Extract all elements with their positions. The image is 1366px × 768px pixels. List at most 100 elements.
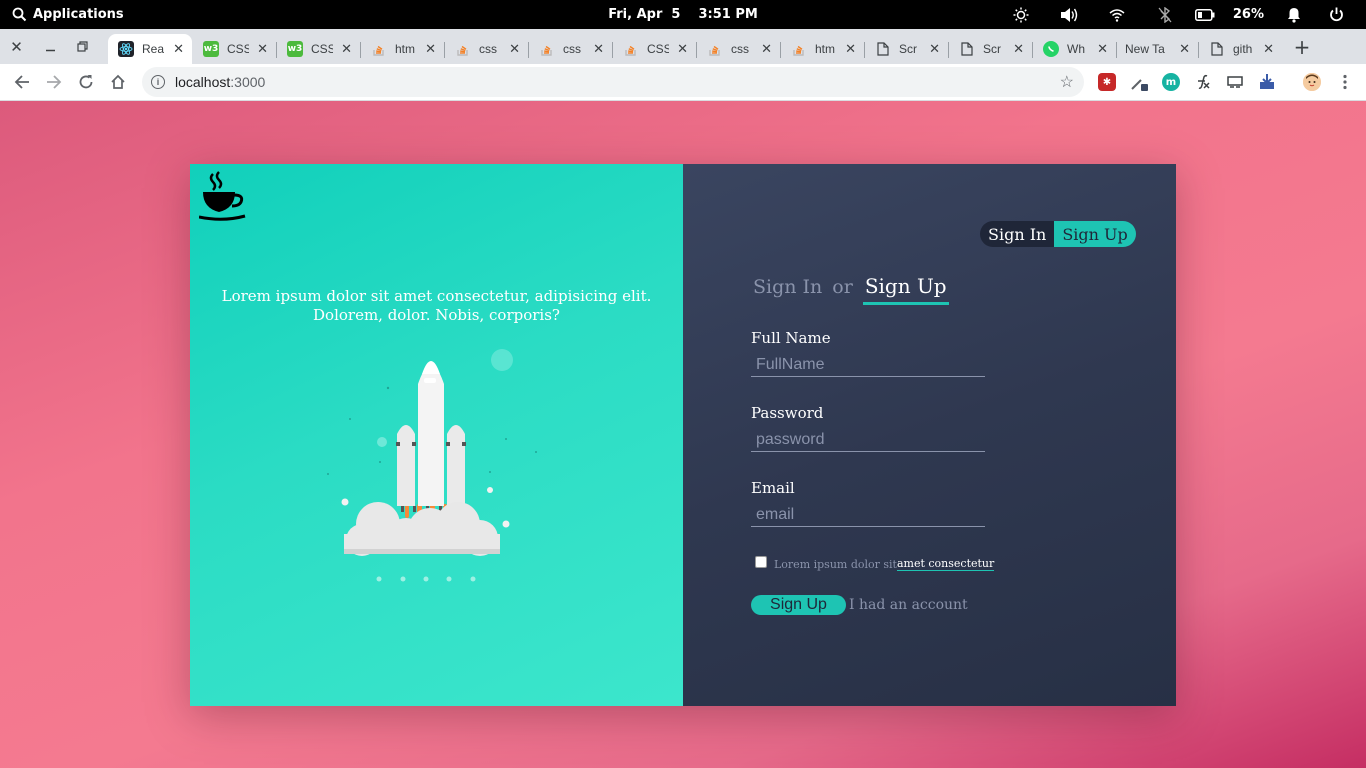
extension-formula-icon[interactable] bbox=[1194, 73, 1212, 91]
switch-sign-up-button[interactable]: Sign Up bbox=[1054, 221, 1136, 247]
tab-close-icon[interactable]: ✕ bbox=[677, 42, 688, 57]
window-minimize-icon[interactable] bbox=[34, 29, 67, 64]
full-name-label: Full Name bbox=[751, 329, 831, 347]
tab-react-app[interactable]: Rea ✕ bbox=[108, 34, 192, 64]
address-bar[interactable]: i localhost:3000 ☆ bbox=[142, 67, 1084, 97]
tab-github[interactable]: gith ✕ bbox=[1199, 34, 1282, 64]
password-field: Password bbox=[751, 404, 985, 452]
tab-close-icon[interactable]: ✕ bbox=[257, 42, 268, 57]
system-top-bar: Applications Fri, Apr 5 3:51 PM 26% bbox=[0, 0, 1366, 29]
tab-close-icon[interactable]: ✕ bbox=[1263, 42, 1274, 57]
clock-date: Fri, Apr 5 bbox=[608, 7, 681, 22]
forward-arrow-icon[interactable] bbox=[40, 68, 68, 96]
extension-reader-icon[interactable] bbox=[1226, 73, 1244, 91]
extension-eyedropper-icon[interactable] bbox=[1130, 73, 1148, 91]
site-info-icon[interactable]: i bbox=[151, 75, 165, 89]
sign-up-submit-button[interactable]: Sign Up bbox=[751, 595, 846, 615]
volume-icon[interactable] bbox=[1045, 0, 1093, 29]
tab-close-icon[interactable]: ✕ bbox=[1097, 42, 1108, 57]
wifi-icon[interactable] bbox=[1093, 0, 1141, 29]
terms-link[interactable]: amet consectetur bbox=[896, 557, 995, 571]
home-icon[interactable] bbox=[104, 68, 132, 96]
brightness-icon[interactable] bbox=[997, 0, 1045, 29]
stackoverflow-icon bbox=[455, 41, 471, 57]
bluetooth-off-icon[interactable] bbox=[1141, 0, 1189, 29]
tab-document-2[interactable]: Scr ✕ bbox=[949, 34, 1033, 64]
terms-row: Lorem ipsum dolor sit amet consectetur bbox=[755, 556, 995, 571]
applications-menu[interactable]: Applications bbox=[12, 0, 124, 29]
new-tab-plus-icon[interactable]: + bbox=[1290, 29, 1314, 64]
terms-text: Lorem ipsum dolor sit bbox=[774, 557, 897, 571]
tab-title: gith bbox=[1233, 42, 1253, 56]
tab-stackoverflow-6[interactable]: htm ✕ bbox=[781, 34, 865, 64]
battery-status[interactable]: 26% bbox=[1189, 0, 1270, 29]
page-background: Lorem ipsum dolor sit amet consectetur, … bbox=[0, 101, 1366, 768]
stackoverflow-icon bbox=[371, 41, 387, 57]
power-icon[interactable] bbox=[1318, 0, 1354, 29]
tab-title: CSS bbox=[311, 42, 333, 56]
extension-download-icon[interactable] bbox=[1258, 73, 1276, 91]
password-label: Password bbox=[751, 404, 824, 422]
switch-sign-in-button[interactable]: Sign In bbox=[980, 221, 1055, 247]
stackoverflow-icon bbox=[707, 41, 723, 57]
window-restore-icon[interactable] bbox=[66, 29, 99, 64]
tab-close-icon[interactable]: ✕ bbox=[845, 42, 856, 57]
tab-stackoverflow-3[interactable]: css ✕ bbox=[529, 34, 613, 64]
tab-close-icon[interactable]: ✕ bbox=[1013, 42, 1024, 57]
full-name-input[interactable] bbox=[751, 353, 985, 377]
w3schools-icon: w3 bbox=[203, 41, 219, 57]
have-account-link[interactable]: I had an account bbox=[849, 597, 968, 613]
tab-close-icon[interactable]: ✕ bbox=[929, 42, 940, 57]
notification-bell-icon[interactable] bbox=[1270, 0, 1318, 29]
extension-m-icon[interactable]: m bbox=[1162, 73, 1180, 91]
tab-stackoverflow-5[interactable]: css ✕ bbox=[697, 34, 781, 64]
tab-css-1[interactable]: w3 CSS ✕ bbox=[193, 34, 277, 64]
terms-checkbox[interactable] bbox=[755, 556, 767, 568]
tab-title: Wh bbox=[1067, 42, 1085, 56]
title-sign-up-link[interactable]: Sign Up bbox=[862, 274, 949, 305]
address-host: localhost bbox=[175, 74, 231, 90]
tab-close-icon[interactable]: ✕ bbox=[509, 42, 520, 57]
tab-title: css bbox=[731, 42, 749, 56]
tab-close-icon[interactable]: ✕ bbox=[1179, 42, 1190, 57]
document-icon bbox=[875, 41, 891, 57]
tab-close-icon[interactable]: ✕ bbox=[593, 42, 604, 57]
tagline: Lorem ipsum dolor sit amet consectetur, … bbox=[221, 287, 652, 324]
stackoverflow-icon bbox=[791, 41, 807, 57]
title-sign-in-link[interactable]: Sign In bbox=[753, 276, 822, 298]
window-close-icon[interactable]: ✕ bbox=[0, 29, 33, 64]
tab-title: New Ta bbox=[1125, 42, 1165, 56]
tab-close-icon[interactable]: ✕ bbox=[341, 42, 352, 57]
tab-stackoverflow-2[interactable]: css ✕ bbox=[445, 34, 529, 64]
form-switcher: Sign In Sign Up bbox=[980, 221, 1136, 247]
tab-close-icon[interactable]: ✕ bbox=[425, 42, 436, 57]
tab-stackoverflow-1[interactable]: htm ✕ bbox=[361, 34, 445, 64]
browser-menu-icon[interactable] bbox=[1331, 68, 1359, 96]
tab-title: htm bbox=[815, 42, 836, 56]
email-input[interactable] bbox=[751, 503, 985, 527]
tab-title: css bbox=[563, 42, 581, 56]
back-arrow-icon[interactable] bbox=[8, 68, 36, 96]
tab-close-icon[interactable]: ✕ bbox=[761, 42, 772, 57]
browser-toolbar: i localhost:3000 ☆ ✱ m bbox=[0, 64, 1366, 101]
password-input[interactable] bbox=[751, 428, 985, 452]
tab-stackoverflow-4[interactable]: CSS ✕ bbox=[613, 34, 697, 64]
reload-icon[interactable] bbox=[72, 68, 100, 96]
tab-css-2[interactable]: w3 CSS ✕ bbox=[277, 34, 361, 64]
illustration-panel: Lorem ipsum dolor sit amet consectetur, … bbox=[190, 164, 683, 706]
form-title: Sign In or Sign Up bbox=[753, 274, 949, 305]
tab-whatsapp[interactable]: Wh ✕ bbox=[1033, 34, 1117, 64]
full-name-field: Full Name bbox=[751, 329, 985, 377]
clock-time: 3:51 PM bbox=[698, 7, 758, 22]
stackoverflow-icon bbox=[539, 41, 555, 57]
tab-new-tab[interactable]: New Ta ✕ bbox=[1115, 34, 1199, 64]
tab-close-icon[interactable]: ✕ bbox=[173, 42, 184, 57]
profile-avatar[interactable] bbox=[1303, 73, 1321, 91]
extension-red-icon[interactable]: ✱ bbox=[1098, 73, 1116, 91]
search-icon bbox=[12, 7, 27, 22]
tab-title: CSS bbox=[647, 42, 669, 56]
document-icon bbox=[959, 41, 975, 57]
email-label: Email bbox=[751, 479, 795, 497]
tab-document-1[interactable]: Scr ✕ bbox=[865, 34, 949, 64]
bookmark-star-icon[interactable]: ☆ bbox=[1060, 72, 1074, 92]
